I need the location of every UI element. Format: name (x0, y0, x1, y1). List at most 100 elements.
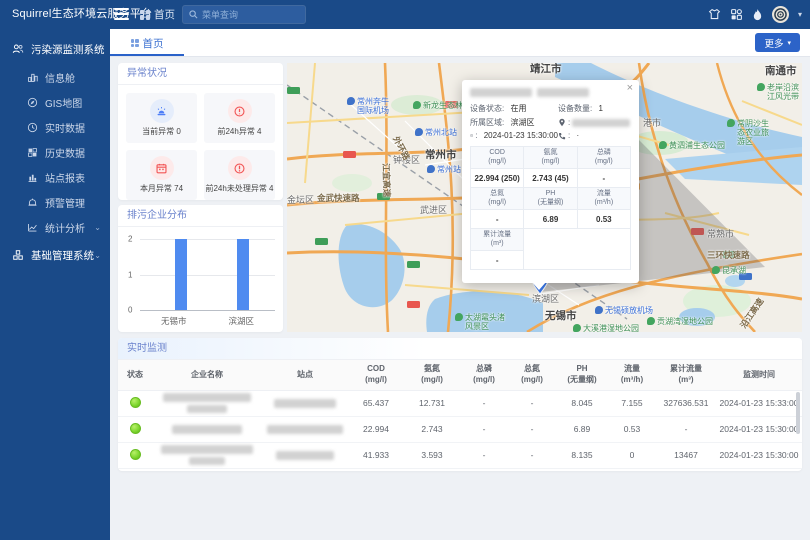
device-count-field: 设备数量: 1 (558, 103, 631, 114)
alert-clock-icon (228, 99, 252, 123)
sidebar-section-pollution-monitor[interactable]: 污染源监测系统 ⌃ (0, 37, 110, 61)
metric-value: 22.994 (250) (471, 169, 524, 188)
redacted-text (470, 88, 532, 97)
park-marker-icon (647, 317, 655, 325)
col-cod: COD(mg/l) (348, 360, 404, 390)
app-window: Squirrel生态环境云服务平台 首页 ▾ 污染源监测系统 ⌃ (0, 0, 810, 540)
cell-tp: - (460, 442, 508, 468)
redacted-enterprise-name (152, 425, 262, 434)
metric-value: 2.743 (45) (524, 169, 577, 188)
sidebar-item-history-data[interactable]: 历史数据 (0, 140, 110, 164)
phone-field: : · (558, 131, 631, 140)
menu-toggle-icon[interactable] (114, 8, 129, 21)
table-scrollbar[interactable] (796, 392, 800, 434)
col-tp: 总磷(mg/l) (460, 360, 508, 390)
cell-nh3n: 2.743 (404, 416, 460, 442)
sidebar-item-alarm-manage[interactable]: 预警管理 (0, 190, 110, 214)
theme-skin-icon[interactable] (708, 8, 721, 21)
popup-title-redacted (470, 88, 631, 97)
menu-search-input[interactable] (202, 10, 299, 20)
table-row[interactable]: 41.933 3.593 - - 8.135 0 13467 2024-01-2… (118, 442, 802, 468)
sidebar-section-label: 基础管理系统 (31, 248, 94, 263)
sidebar-section-basic-manage[interactable]: 基础管理系统 ⌄ (0, 243, 110, 267)
cell-flow: 7.155 (608, 390, 656, 416)
modules-icon (12, 249, 24, 261)
status-card-label: 前24h未处理异常 4 (205, 183, 273, 194)
sidebar-item-gis-map[interactable]: GIS地图 (0, 90, 110, 114)
map-label-poi: 常阴沙生态农业旅游区 (727, 119, 775, 147)
sidebar-item-statistics[interactable]: 统计分析 ⌄ (0, 215, 110, 239)
gis-map[interactable]: 靖江市 南通市 老岸沿滨江风光带 常阴沙生态农业旅游区 黄泗浦生态公园 港市 常… (287, 63, 802, 332)
metric-empty-cell (524, 229, 631, 270)
app-logo-title: Squirrel生态环境云服务平台 (12, 0, 152, 29)
cell-cod: 65.437 (348, 390, 404, 416)
tab-active-underline (110, 54, 184, 56)
cell-tp: - (460, 390, 508, 416)
y-axis-tick: 0 (128, 306, 132, 315)
scenic-marker-icon (455, 313, 463, 321)
clock-icon (26, 121, 38, 133)
tab-home[interactable]: 首页 (110, 29, 184, 57)
sidebar-item-info-cabin[interactable]: 信息舱 (0, 65, 110, 89)
more-button[interactable]: 更多 ▾ (755, 33, 800, 52)
park-marker-icon (413, 101, 421, 109)
layout-screens-icon[interactable] (730, 8, 743, 21)
search-icon (189, 10, 198, 19)
map-label-city: 无锡市 (545, 310, 577, 322)
map-label-road: 金武快速路 (317, 194, 360, 204)
abnormal-status-title: 异常状况 (118, 63, 283, 85)
flame-icon[interactable] (752, 8, 763, 21)
menu-search-box[interactable] (182, 5, 306, 24)
cell-tn: - (508, 416, 556, 442)
sidebar-item-label: GIS地图 (45, 95, 82, 110)
col-nh3n: 氨氮(mg/l) (404, 360, 460, 390)
metric-header: COD(mg/l) (471, 147, 524, 169)
calendar-icon (150, 156, 174, 180)
sidebar-item-label: 统计分析 (45, 220, 85, 235)
table-row[interactable]: 22.994 2.743 - - 6.89 0.53 - 2024-01-23 … (118, 416, 802, 442)
bar-wuxi (175, 239, 187, 310)
user-menu-chevron-down-icon[interactable]: ▾ (798, 10, 802, 19)
y-axis-tick: 2 (128, 235, 132, 244)
metric-value: 0.53 (577, 210, 630, 229)
cell-tn: - (508, 390, 556, 416)
metric-value: - (471, 251, 524, 270)
metric-header: 总磷(mg/l) (577, 147, 630, 169)
close-icon[interactable]: × (627, 82, 633, 94)
popup-arrow (532, 282, 546, 290)
cell-ph: 6.89 (556, 416, 608, 442)
chevron-up-icon: ⌃ (94, 45, 101, 54)
redacted-site-name (262, 399, 348, 408)
col-enterprise: 企业名称 (152, 360, 262, 390)
cell-cum-flow: 13467 (656, 442, 716, 468)
breadcrumb[interactable]: 首页 (140, 0, 175, 29)
user-avatar[interactable] (772, 6, 789, 23)
device-status-field: 设备状态: 在用 (470, 103, 558, 114)
col-flow: 流量(m³/h) (608, 360, 656, 390)
map-label-poi: 无锡硕放机场 (595, 306, 665, 315)
table-row[interactable]: 65.437 12.731 - - 8.045 7.155 327636.531… (118, 390, 802, 416)
sidebar-item-realtime-data[interactable]: 实时数据 (0, 115, 110, 139)
top-header-bar: Squirrel生态环境云服务平台 首页 ▾ (0, 0, 810, 29)
cell-cum-flow: - (656, 416, 716, 442)
map-label-town: 港市 (643, 118, 661, 128)
redacted-text (537, 88, 589, 97)
metric-value: 6.89 (524, 210, 577, 229)
sidebar-item-label: 历史数据 (45, 145, 85, 160)
gridline (140, 239, 275, 240)
status-ok-dot (130, 423, 141, 434)
header-action-icons: ▾ (708, 0, 802, 29)
cell-flow: 0.53 (608, 416, 656, 442)
x-axis-tick: 滨湖区 (208, 315, 276, 327)
sidebar-item-site-report[interactable]: 站点报表 (0, 165, 110, 189)
col-site: 站点 (262, 360, 348, 390)
map-label-poi: 太湖鼋头渚风景区 (455, 313, 507, 331)
status-card-current: 当前异常 0 (126, 93, 197, 143)
map-label-town: 常熟市 (707, 229, 734, 239)
realtime-monitor-table: 状态 企业名称 站点 COD(mg/l) 氨氮(mg/l) 总磷(mg/l) 总… (118, 360, 802, 469)
status-card-month: 本月异常 74 (126, 150, 197, 200)
redacted-enterprise-name (152, 445, 262, 465)
sidebar-navigation: 污染源监测系统 ⌃ 信息舱 GIS地图 实时数据 历史数据 站点报表 预警管理 (0, 29, 110, 540)
metric-header: 累计流量(m³) (471, 229, 524, 251)
metric-header: 氨氮(mg/l) (524, 147, 577, 169)
